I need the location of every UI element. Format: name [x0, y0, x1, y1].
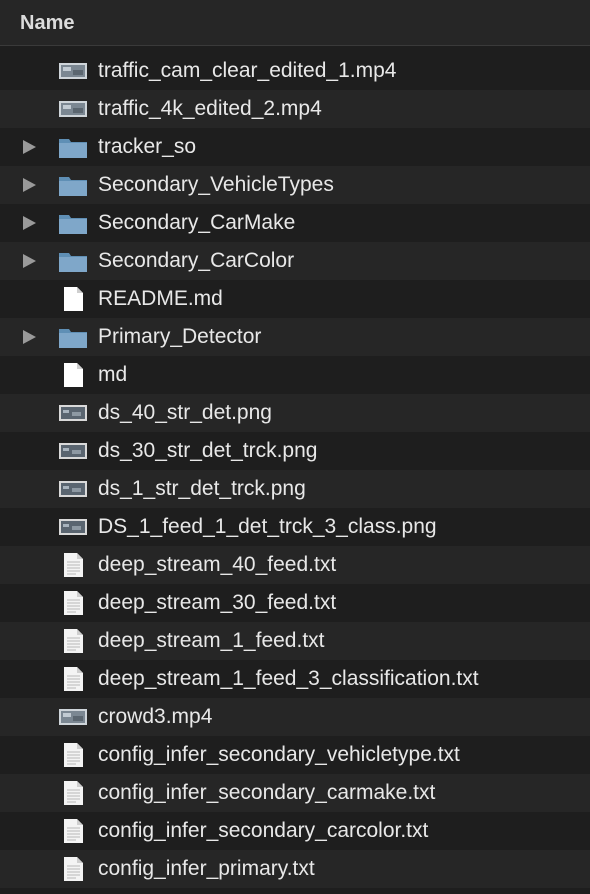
- list-item[interactable]: config_infer_primary.txt: [0, 850, 590, 888]
- video-icon: [58, 97, 88, 121]
- list-item[interactable]: DS_1_feed_1_det_trck_3_class.png: [0, 508, 590, 546]
- text-file-icon: [58, 667, 88, 691]
- file-name-label: traffic_4k_edited_2.mp4: [98, 97, 322, 120]
- list-item[interactable]: config_infer_secondary_vehicletype.txt: [0, 736, 590, 774]
- file-name-label: tracker_so: [98, 135, 197, 158]
- folder-icon: [58, 249, 88, 273]
- disclosure-triangle-icon[interactable]: [23, 330, 36, 344]
- image-icon: [58, 477, 88, 501]
- document-icon: [58, 363, 88, 387]
- list-item[interactable]: ds_40_str_det.png: [0, 394, 590, 432]
- image-icon: [58, 401, 88, 425]
- list-item[interactable]: Secondary_VehicleTypes: [0, 166, 590, 204]
- disclosure-triangle-icon[interactable]: [23, 140, 36, 154]
- image-icon: [58, 439, 88, 463]
- text-file-icon: [58, 857, 88, 881]
- text-file-icon: [58, 819, 88, 843]
- list-item[interactable]: config_infer_secondary_carcolor.txt: [0, 812, 590, 850]
- file-name-label: deep_stream_40_feed.txt: [98, 553, 337, 576]
- folder-icon: [58, 135, 88, 159]
- file-name-label: crowd3.mp4: [98, 705, 213, 728]
- folder-icon: [58, 325, 88, 349]
- document-icon: [58, 287, 88, 311]
- text-file-icon: [58, 629, 88, 653]
- list-item[interactable]: traffic_cam_clear_edited_1.mp4: [0, 52, 590, 90]
- folder-icon: [58, 211, 88, 235]
- file-name-label: README.md: [98, 287, 223, 310]
- file-name-label: traffic_cam_clear_edited_1.mp4: [98, 59, 397, 82]
- list-item[interactable]: tracker_so: [0, 128, 590, 166]
- disclosure-triangle-icon[interactable]: [23, 178, 36, 192]
- file-name-label: deep_stream_1_feed.txt: [98, 629, 325, 652]
- list-header: Name: [0, 0, 590, 46]
- file-name-label: deep_stream_1_feed_3_classification.txt: [98, 667, 479, 690]
- file-name-label: deep_stream_30_feed.txt: [98, 591, 337, 614]
- list-item[interactable]: ds_30_str_det_trck.png: [0, 432, 590, 470]
- file-name-label: Secondary_CarColor: [98, 249, 295, 272]
- file-name-label: ds_40_str_det.png: [98, 401, 272, 424]
- video-icon: [58, 59, 88, 83]
- list-item[interactable]: Secondary_CarMake: [0, 204, 590, 242]
- file-name-label: ds_1_str_det_trck.png: [98, 477, 306, 500]
- file-name-label: Secondary_VehicleTypes: [98, 173, 334, 196]
- file-name-label: config_infer_secondary_carcolor.txt: [98, 819, 429, 842]
- list-item[interactable]: Secondary_CarColor: [0, 242, 590, 280]
- file-name-label: config_infer_secondary_carmake.txt: [98, 781, 436, 804]
- video-icon: [58, 705, 88, 729]
- list-item[interactable]: README.md: [0, 280, 590, 318]
- text-file-icon: [58, 553, 88, 577]
- list-item[interactable]: crowd3.mp4: [0, 698, 590, 736]
- file-name-label: md: [98, 363, 128, 386]
- list-item[interactable]: deep_stream_1_feed_3_classification.txt: [0, 660, 590, 698]
- list-item[interactable]: deep_stream_1_feed.txt: [0, 622, 590, 660]
- file-name-label: config_infer_primary.txt: [98, 857, 315, 880]
- file-name-label: config_infer_secondary_vehicletype.txt: [98, 743, 460, 766]
- disclosure-triangle-icon[interactable]: [23, 254, 36, 268]
- list-item[interactable]: config_infer_secondary_carmake.txt: [0, 774, 590, 812]
- text-file-icon: [58, 743, 88, 767]
- text-file-icon: [58, 781, 88, 805]
- list-item[interactable]: ds_1_str_det_trck.png: [0, 470, 590, 508]
- file-list: traffic_cam_clear_edited_1.mp4 traffic_4k…: [0, 52, 590, 888]
- name-column-header[interactable]: Name: [20, 12, 74, 35]
- list-item[interactable]: deep_stream_30_feed.txt: [0, 584, 590, 622]
- folder-icon: [58, 173, 88, 197]
- list-item[interactable]: md: [0, 356, 590, 394]
- text-file-icon: [58, 591, 88, 615]
- file-name-label: Primary_Detector: [98, 325, 262, 348]
- file-name-label: Secondary_CarMake: [98, 211, 296, 234]
- list-item[interactable]: Primary_Detector: [0, 318, 590, 356]
- image-icon: [58, 515, 88, 539]
- file-name-label: ds_30_str_det_trck.png: [98, 439, 318, 462]
- list-item[interactable]: deep_stream_40_feed.txt: [0, 546, 590, 584]
- file-name-label: DS_1_feed_1_det_trck_3_class.png: [98, 515, 437, 538]
- disclosure-triangle-icon[interactable]: [23, 216, 36, 230]
- list-item[interactable]: traffic_4k_edited_2.mp4: [0, 90, 590, 128]
